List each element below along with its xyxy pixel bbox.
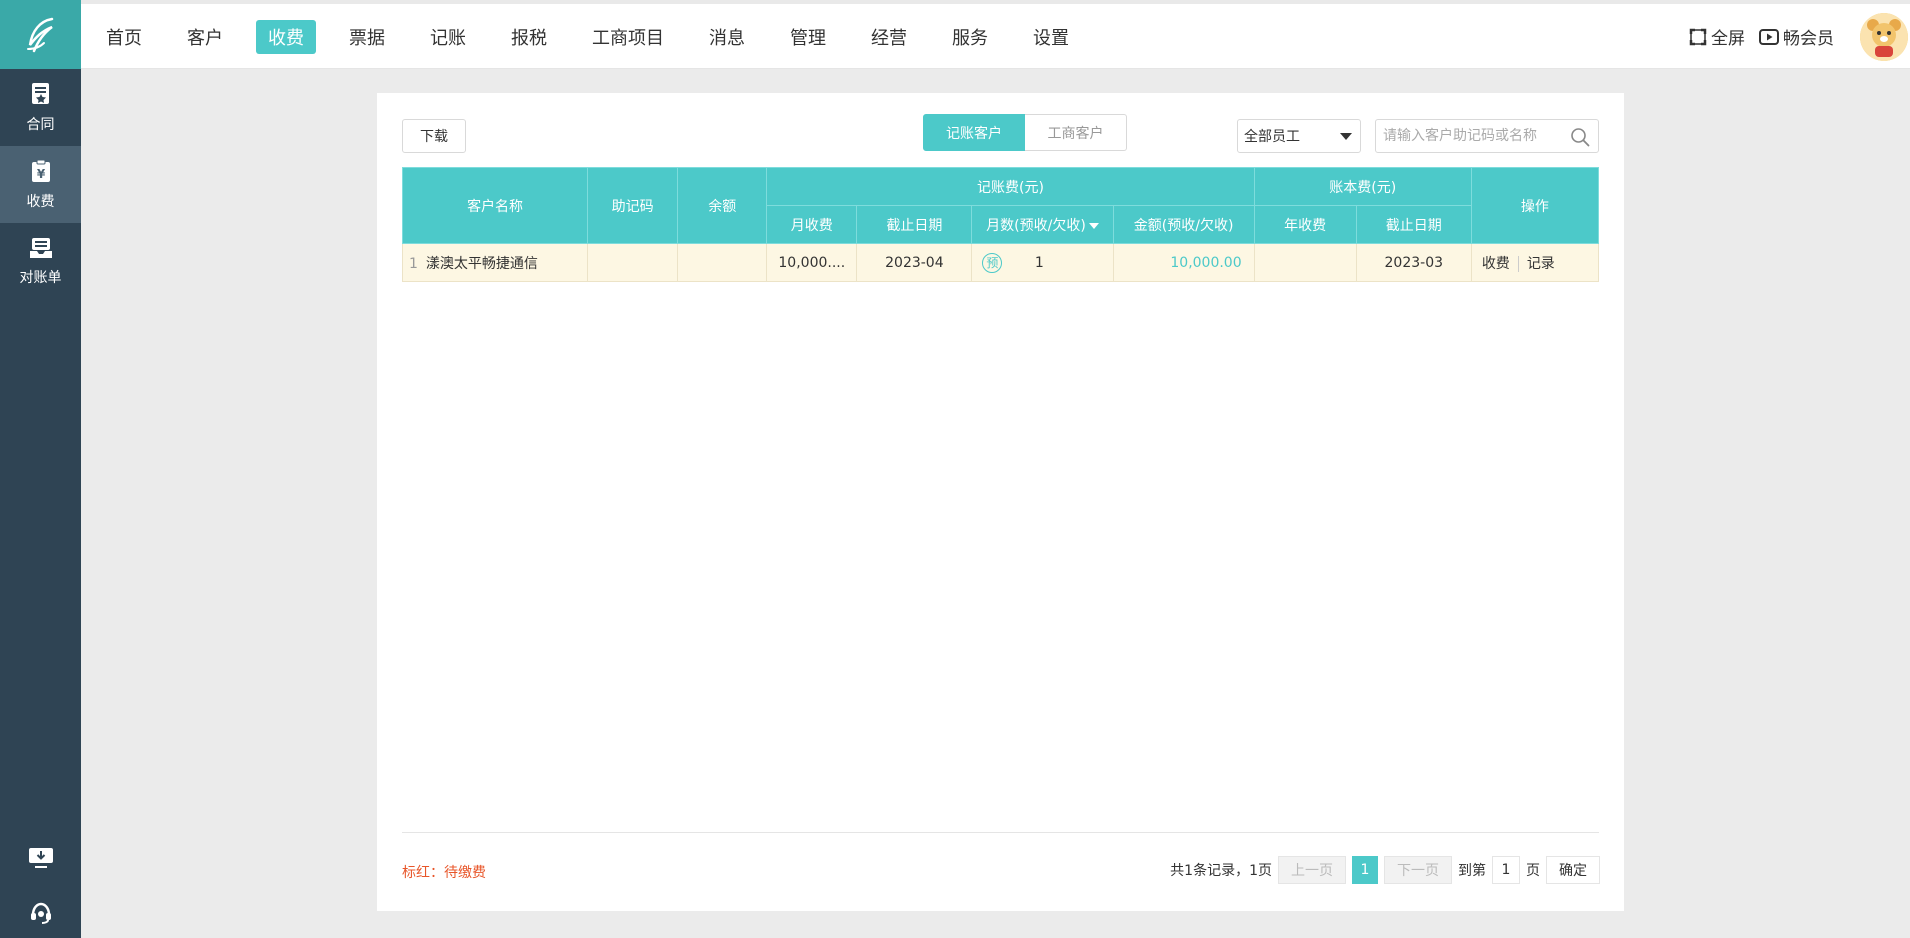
charge-action-link[interactable]: 收费 — [1482, 256, 1510, 272]
cell-due-date: 2023-04 — [856, 243, 973, 282]
header-ledger-due-date: 截止日期 — [1355, 205, 1472, 244]
action-divider — [1517, 255, 1519, 272]
nav-charge[interactable]: 收费 — [256, 19, 316, 54]
sidebar: 合同 ¥ 收费 对账单 — [0, 0, 81, 938]
yuan-clipboard-icon: ¥ — [31, 159, 50, 182]
header-due-date: 截止日期 — [856, 205, 973, 244]
nav-customer[interactable]: 客户 — [175, 20, 235, 54]
tab-business-customers[interactable]: 工商客户 — [1025, 114, 1127, 151]
nav-messages[interactable]: 消息 — [697, 20, 757, 54]
statement-icon — [29, 237, 52, 258]
header-monthly-fee: 月收费 — [766, 205, 858, 244]
nav-invoice[interactable]: 票据 — [337, 20, 397, 54]
fullscreen-label: 全屏 — [1711, 29, 1745, 49]
cell-amount: 10,000.00 — [1112, 243, 1255, 282]
search-icon[interactable] — [1570, 127, 1590, 147]
header-bookkeeping-fee: 记账费(元) — [766, 167, 1255, 206]
footer-divider — [402, 832, 1599, 833]
header-months-label: 月数(预收/欠收) — [986, 217, 1086, 234]
cell-ledger-due-date: 2023-03 — [1355, 243, 1472, 282]
customer-type-tabs: 记账客户 工商客户 — [923, 114, 1127, 151]
cell-actions: 收费 记录 — [1470, 243, 1600, 282]
row-index: 1 — [409, 255, 418, 272]
nav-management[interactable]: 管理 — [778, 20, 838, 54]
sidebar-item-label: 收费 — [26, 193, 55, 210]
header-months[interactable]: 月数(预收/欠收) — [971, 205, 1114, 244]
cell-memo-code — [587, 243, 679, 282]
main-nav: 首页 客户 收费 票据 记账 报税 工商项目 消息 管理 经营 服务 设置 — [81, 4, 1081, 69]
top-bar: 首页 客户 收费 票据 记账 报税 工商项目 消息 管理 经营 服务 设置 全屏… — [81, 0, 1910, 69]
page-number-current[interactable]: 1 — [1352, 856, 1378, 884]
header-annual-fee: 年收费 — [1253, 205, 1357, 244]
goto-page-input[interactable]: 1 — [1492, 856, 1520, 884]
cell-balance — [677, 243, 768, 282]
svg-text:¥: ¥ — [36, 167, 45, 181]
header-memo-code: 助记码 — [587, 167, 679, 244]
legend-text: 标红：待缴费 — [402, 865, 486, 881]
video-play-icon — [1759, 28, 1779, 45]
customer-name: 漾澳太平畅捷通信 — [425, 255, 538, 272]
header-customer-name: 客户名称 — [401, 167, 589, 244]
download-client-button[interactable] — [0, 846, 81, 870]
member-button[interactable]: 畅会员 — [1759, 24, 1834, 49]
main-panel: 下载 记账客户 工商客户 全部员工 客户名称 助记码 余额 记账费(元) 账本费… — [377, 93, 1624, 911]
cell-annual-fee — [1253, 243, 1357, 282]
record-action-link[interactable]: 记录 — [1527, 256, 1555, 272]
header-actions: 操作 — [1470, 167, 1600, 244]
header-ledger-fee: 账本费(元) — [1253, 167, 1472, 206]
nav-business-projects[interactable]: 工商项目 — [580, 20, 676, 54]
sidebar-item-statement[interactable]: 对账单 — [0, 223, 81, 300]
sort-down-icon — [1088, 222, 1099, 229]
goto-label: 到第 — [1458, 863, 1486, 879]
customer-service-button[interactable] — [0, 901, 81, 925]
header-balance: 余额 — [677, 167, 768, 244]
cell-months: 预 1 — [971, 243, 1114, 282]
nav-services[interactable]: 服务 — [940, 20, 1000, 54]
download-button[interactable]: 下载 — [402, 119, 466, 153]
search-input[interactable] — [1376, 120, 1561, 152]
member-label: 畅会员 — [1783, 29, 1834, 49]
tab-bookkeeping-customers[interactable]: 记账客户 — [923, 114, 1025, 151]
top-right-actions: 全屏 畅会员 — [1689, 4, 1910, 69]
prev-page-button[interactable]: 上一页 — [1278, 856, 1346, 884]
nav-tax[interactable]: 报税 — [499, 20, 559, 54]
fee-table: 客户名称 助记码 余额 记账费(元) 账本费(元) 操作 月收费 截止日期 月数… — [401, 167, 1600, 282]
header-amount: 金额(预收/欠收) — [1112, 205, 1255, 244]
search-box — [1375, 119, 1599, 153]
prepaid-badge: 预 — [982, 252, 1003, 273]
page-suffix: 页 — [1526, 863, 1540, 879]
contract-icon — [31, 82, 49, 104]
table-row: 1 漾澳太平畅捷通信 10,000.... 2023-04 预 1 10,000.… — [401, 243, 1600, 282]
fullscreen-button[interactable]: 全屏 — [1689, 24, 1745, 49]
months-value: 1 — [1034, 254, 1044, 271]
user-avatar[interactable] — [1860, 12, 1908, 61]
sidebar-item-label: 对账单 — [19, 269, 62, 286]
pagination: 共1条记录，1页 上一页 1 下一页 到第 1 页 确定 — [1170, 856, 1600, 884]
app-logo[interactable] — [0, 0, 81, 69]
employee-select-value: 全部员工 — [1244, 129, 1300, 145]
monitor-download-icon — [28, 848, 53, 868]
sidebar-item-contract[interactable]: 合同 — [0, 69, 81, 146]
nav-operations[interactable]: 经营 — [859, 20, 919, 54]
sidebar-item-charge[interactable]: ¥ 收费 — [0, 146, 81, 223]
sidebar-item-label: 合同 — [26, 116, 55, 133]
goto-confirm-button[interactable]: 确定 — [1546, 856, 1600, 884]
cell-monthly-fee: 10,000.... — [766, 243, 858, 282]
record-summary: 共1条记录，1页 — [1170, 863, 1272, 879]
headset-icon — [30, 902, 51, 924]
fullscreen-icon — [1689, 28, 1707, 45]
cell-customer-name[interactable]: 1 漾澳太平畅捷通信 — [401, 243, 589, 282]
nav-bookkeeping[interactable]: 记账 — [418, 20, 478, 54]
nav-settings[interactable]: 设置 — [1021, 20, 1081, 54]
mascot-avatar-icon — [1860, 12, 1908, 61]
feather-logo-icon — [26, 17, 53, 52]
next-page-button[interactable]: 下一页 — [1384, 856, 1452, 884]
chevron-down-icon — [1340, 133, 1352, 140]
employee-select[interactable]: 全部员工 — [1237, 119, 1361, 153]
nav-home[interactable]: 首页 — [94, 20, 154, 54]
